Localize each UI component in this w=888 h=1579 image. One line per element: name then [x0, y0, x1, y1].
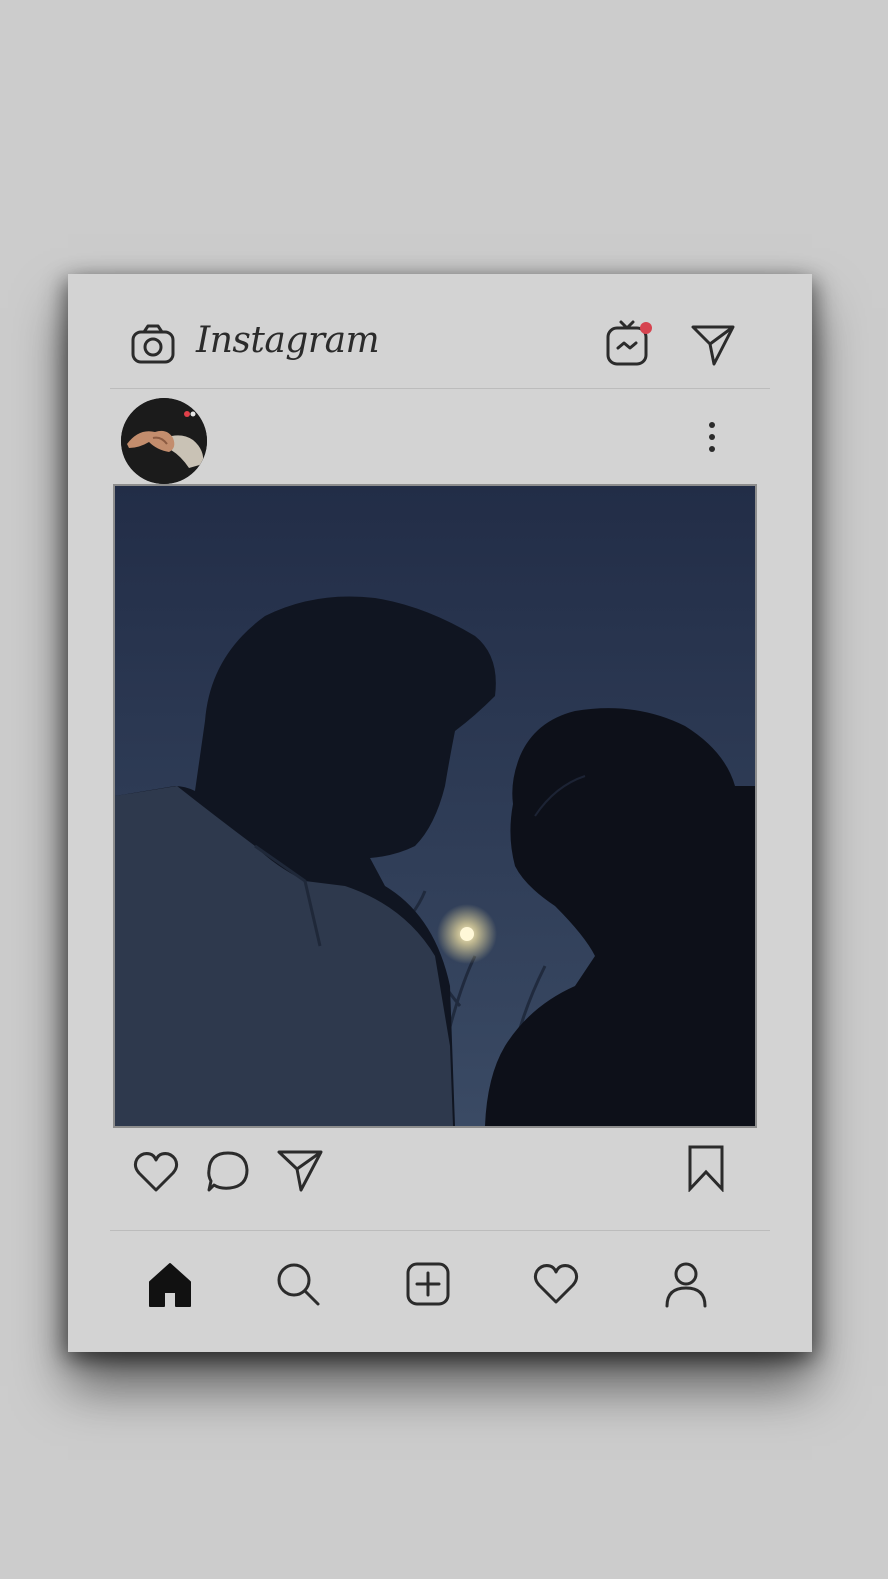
home-icon[interactable]: [146, 1260, 194, 1308]
night-couple-image: [115, 486, 755, 1126]
avatar[interactable]: [121, 398, 207, 484]
page-background: Instagram: [0, 0, 888, 1579]
avatar-image: [121, 398, 207, 484]
post-photo: [113, 484, 757, 1128]
top-divider: [110, 388, 770, 389]
like-icon[interactable]: [132, 1148, 180, 1196]
igtv-icon[interactable]: [604, 318, 654, 368]
instagram-logo: Instagram: [196, 320, 380, 361]
create-post-icon[interactable]: [404, 1260, 452, 1308]
save-bookmark-icon[interactable]: [682, 1144, 730, 1192]
comment-icon[interactable]: [204, 1148, 252, 1196]
top-bar: Instagram: [68, 274, 812, 390]
bottom-divider: [110, 1230, 770, 1231]
share-icon[interactable]: [276, 1146, 324, 1194]
activity-heart-icon[interactable]: [532, 1260, 580, 1308]
profile-icon[interactable]: [662, 1260, 710, 1308]
search-icon[interactable]: [274, 1260, 322, 1308]
more-options-icon[interactable]: [702, 420, 722, 454]
notification-dot: [640, 322, 652, 334]
direct-message-icon[interactable]: [690, 322, 736, 368]
camera-icon[interactable]: [130, 322, 176, 368]
instagram-post-frame: Instagram: [68, 274, 812, 1352]
